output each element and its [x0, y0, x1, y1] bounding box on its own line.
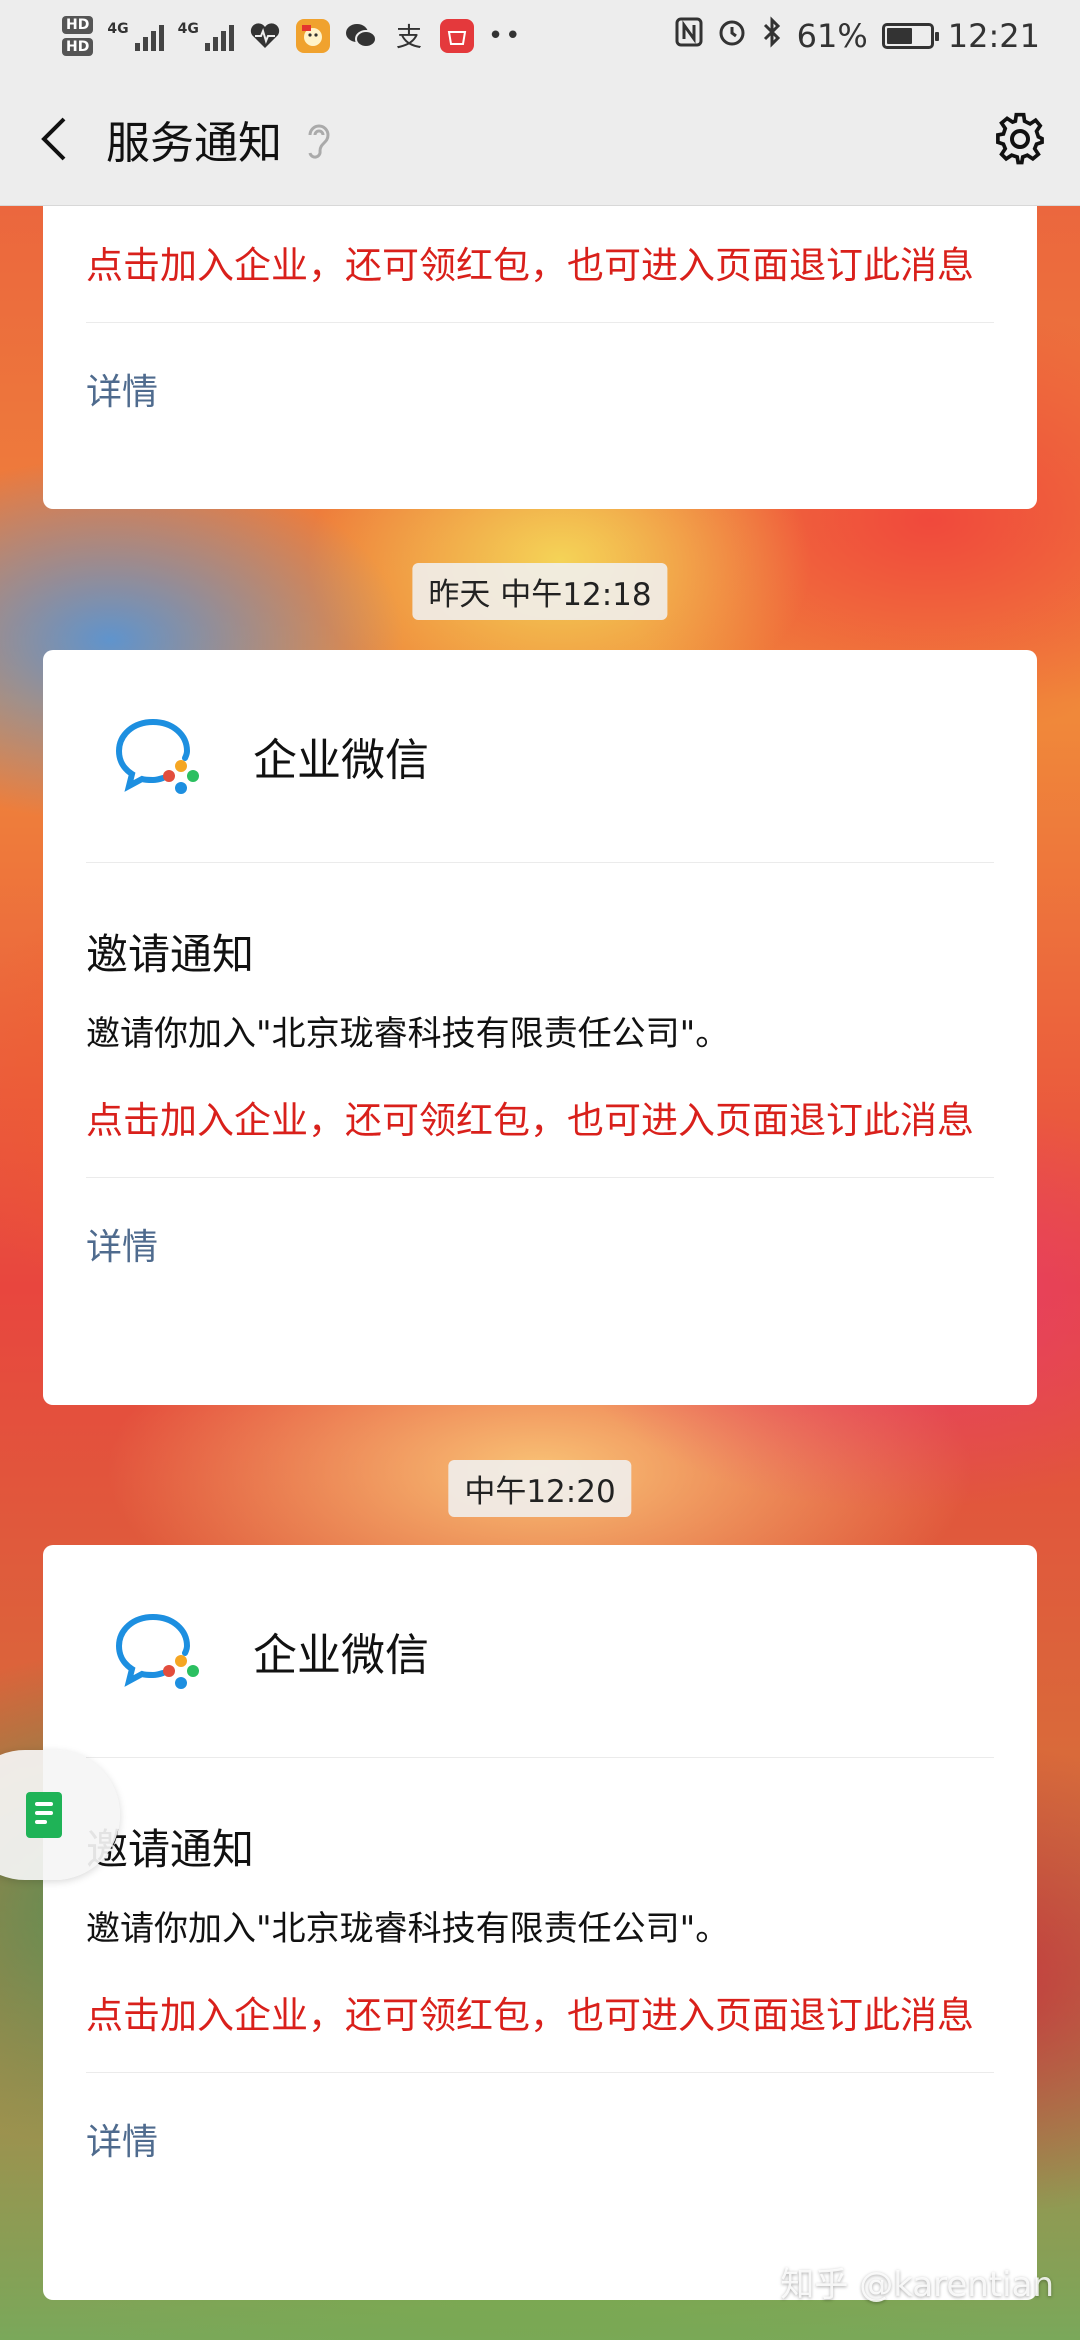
clock-time: 12:21: [947, 17, 1040, 55]
details-link[interactable]: 详情: [86, 1218, 158, 1270]
message-card[interactable]: 企业微信 邀请通知 邀请你加入"北京珑睿科技有限责任公司"。 点击加入企业，还可…: [43, 1545, 1037, 2300]
signal-icon: 4G: [107, 21, 164, 51]
huawei-icon: [439, 19, 474, 53]
card-header: 企业微信: [86, 1545, 994, 1758]
card-divider: [86, 1177, 994, 1178]
message-card[interactable]: 企业微信 邀请通知 邀请你加入"北京珑睿科技有限责任公司"。 点击加入企业，还可…: [43, 650, 1037, 1405]
notice-title: 邀请通知: [86, 1825, 255, 1874]
promo-text: 点击加入企业，还可领红包，也可进入页面退订此消息: [86, 1994, 974, 2037]
nfc-icon: [675, 17, 703, 55]
app-name: 企业微信: [253, 1630, 429, 1681]
wecom-logo-icon: [115, 1614, 199, 1689]
ear-icon: [308, 124, 330, 159]
card-header: 企业微信: [86, 650, 994, 863]
message-card-partial: 点击加入企业，还可领红包，也可进入页面退订此消息 详情: [43, 206, 1037, 509]
promo-text: 点击加入企业，还可领红包，也可进入页面退订此消息: [86, 1099, 974, 1142]
network-type-label: 4G: [107, 21, 129, 37]
hd-top-label: HD: [62, 16, 94, 34]
notice-body: 邀请你加入"北京珑睿科技有限责任公司"。: [86, 1014, 730, 1054]
settings-button[interactable]: [990, 109, 1050, 169]
card-divider: [86, 322, 994, 323]
signal-icon-2: 4G: [178, 21, 234, 51]
gear-icon: [996, 112, 1044, 164]
back-button[interactable]: [34, 109, 74, 169]
app-name: 企业微信: [253, 735, 429, 786]
alipay-icon: 支: [392, 19, 426, 53]
wecom-logo-icon: [115, 719, 199, 794]
alarm-icon: [717, 17, 747, 55]
page-title: 服务通知: [106, 117, 282, 169]
bluetooth-icon: [761, 16, 783, 56]
network-type-label-2: 4G: [177, 21, 199, 37]
promo-text: 点击加入企业，还可领红包，也可进入页面退订此消息: [86, 244, 974, 287]
heart-rate-icon: [248, 19, 282, 53]
battery-percent: 61%: [796, 17, 868, 55]
card-divider: [86, 2072, 994, 2073]
message-timestamp: 昨天 中午12:18: [412, 563, 668, 620]
battery-icon: [881, 23, 939, 49]
status-bar: HD HD 4G 4G 支 •• 61% 12:21: [0, 0, 1080, 72]
watermark: 知乎 @karentian: [780, 2265, 1054, 2305]
details-link[interactable]: 详情: [86, 363, 158, 415]
details-link[interactable]: 详情: [86, 2113, 158, 2165]
battery-fill: [886, 28, 913, 44]
svg-text:支: 支: [396, 23, 422, 51]
wechat-icon: [344, 19, 378, 53]
status-right: 61% 12:21: [675, 16, 1040, 56]
notice-title: 邀请通知: [86, 930, 255, 979]
notice-body: 邀请你加入"北京珑睿科技有限责任公司"。: [86, 1909, 730, 1949]
status-left: HD HD 4G 4G 支 ••: [62, 16, 522, 56]
chevron-left-icon: [41, 117, 66, 160]
hd-bottom-label: HD: [62, 38, 94, 56]
nav-bar: 服务通知: [0, 72, 1080, 206]
document-icon: [26, 1792, 62, 1838]
app-notification-icon: [295, 19, 330, 53]
more-dots-icon: ••: [487, 21, 523, 51]
message-timestamp: 中午12:20: [448, 1460, 632, 1517]
hd-indicator: HD HD: [62, 16, 94, 56]
